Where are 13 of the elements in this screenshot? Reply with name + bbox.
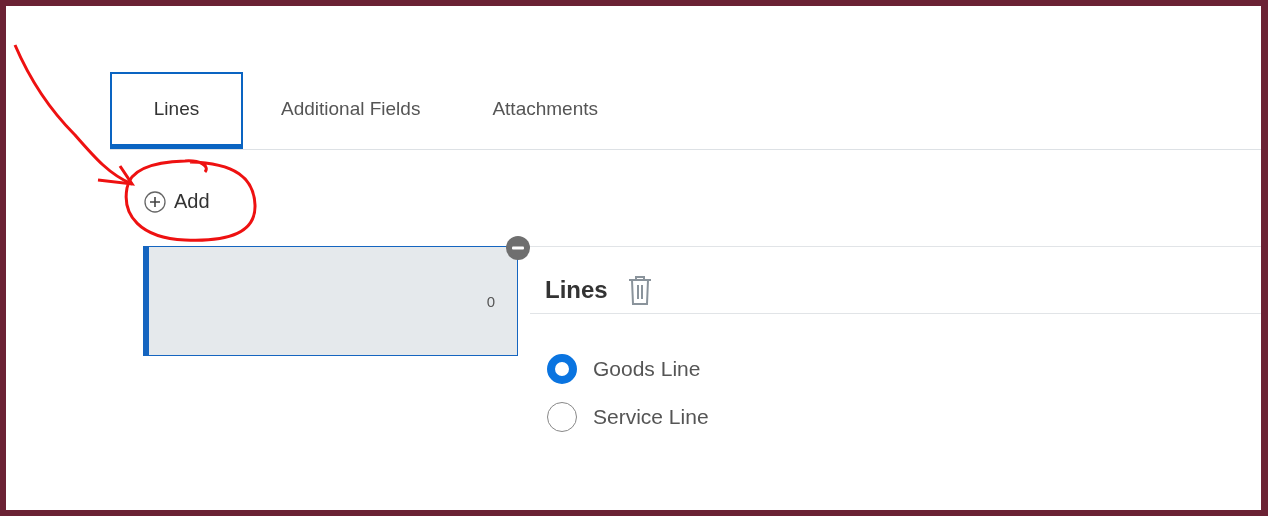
- radio-option[interactable]: Goods Line: [547, 354, 1261, 384]
- plus-icon: [144, 190, 166, 213]
- radio-option[interactable]: Service Line: [547, 402, 1261, 432]
- line-number: 0: [486, 292, 495, 310]
- add-button[interactable]: Add: [144, 190, 210, 213]
- tab[interactable]: Additional Fields: [247, 72, 455, 149]
- trash-icon[interactable]: [627, 275, 652, 305]
- remove-icon[interactable]: [506, 236, 530, 260]
- tab[interactable]: Lines: [110, 72, 243, 149]
- radio-button[interactable]: [547, 354, 577, 384]
- tab[interactable]: Attachments: [458, 72, 633, 149]
- section-title: Lines: [545, 276, 608, 304]
- line-card[interactable]: 0: [143, 246, 518, 356]
